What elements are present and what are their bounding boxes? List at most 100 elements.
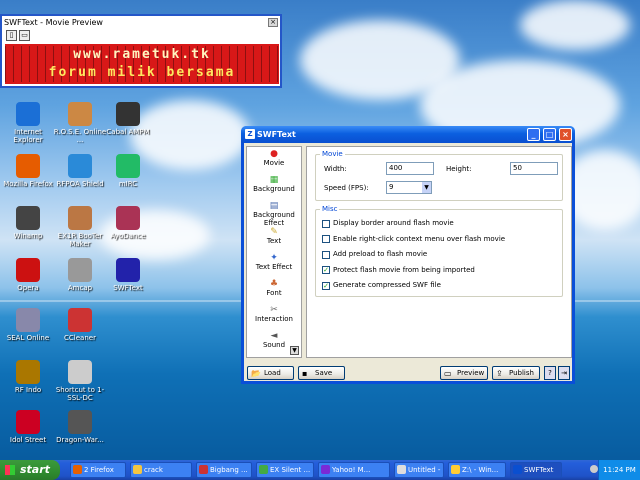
save-label: Save	[315, 369, 333, 377]
checkbox-unchecked[interactable]	[322, 250, 330, 259]
shortcut-icon	[68, 360, 92, 384]
mirc-icon	[116, 154, 140, 178]
taskbar-button[interactable]: Z:\ - Win...	[448, 462, 506, 478]
taskbar-button[interactable]: crack	[130, 462, 192, 478]
load-button[interactable]: 📂 Load	[247, 366, 294, 380]
window-title-bar[interactable]: Z SWFText _ □ ×	[241, 126, 575, 143]
swftext-icon	[116, 258, 140, 282]
taskbar: start 2 Firefox crack Bigbang ... EX Silent…	[0, 460, 640, 480]
taskbar-button-label: Z:\ - Win...	[462, 466, 499, 474]
maximize-button[interactable]: □	[543, 128, 556, 141]
nav-item[interactable]: ▤ Background Effect	[247, 199, 301, 227]
chevron-down-icon[interactable]: ▼	[290, 346, 299, 355]
help-button[interactable]: ?	[544, 366, 556, 380]
idol-icon	[16, 410, 40, 434]
save-button[interactable]: ▪ Save	[298, 366, 345, 380]
interaction-icon: ✂	[270, 305, 278, 315]
desktop-icon[interactable]: Cabal AMPM	[100, 102, 156, 136]
chevron-down-icon[interactable]: ▼	[422, 182, 431, 193]
nav-item[interactable]: ✂ Interaction	[247, 303, 301, 329]
monitor-icon[interactable]: ▭	[19, 30, 30, 41]
desktop-icon[interactable]: Opera	[0, 258, 56, 292]
publish-label: Publish	[509, 369, 534, 377]
taskbar-button[interactable]: 2 Firefox	[70, 462, 126, 478]
width-field[interactable]: 400	[386, 162, 434, 175]
option-checkbox[interactable]: Add preload to flash movie	[322, 250, 427, 259]
desktop-icon[interactable]: AyoDance	[100, 206, 156, 240]
option-checkbox[interactable]: ✓ Protect flash movie from being imported	[322, 266, 475, 275]
nav-item[interactable]: ♣ Font	[247, 277, 301, 303]
option-checkbox[interactable]: ✓ Generate compressed SWF file	[322, 281, 441, 290]
taskbar-button[interactable]: EX Silent ...	[256, 462, 314, 478]
desktop-icon[interactable]: mIRC	[100, 154, 156, 188]
taskbar-button[interactable]: Yahoo! M...	[318, 462, 390, 478]
checkbox-checked[interactable]: ✓	[322, 266, 330, 274]
taskbar-button-label: 2 Firefox	[84, 466, 114, 474]
checkbox-unchecked[interactable]	[322, 235, 330, 243]
preview-label: Preview	[457, 369, 485, 377]
preview-title: SWFText - Movie Preview ×	[2, 16, 280, 29]
window-title: SWFText	[257, 130, 296, 139]
tray-icon[interactable]	[590, 465, 598, 473]
shield-icon	[68, 154, 92, 178]
desktop-icon[interactable]: SEAL Online	[0, 308, 56, 342]
height-field[interactable]: 50	[510, 162, 558, 175]
nav-item[interactable]: ✎ Text	[247, 225, 301, 251]
taskbar-button[interactable]: SWFText	[510, 462, 562, 478]
desktop-icon[interactable]: Shortcut to 1-SSL-DC	[52, 360, 108, 402]
minimize-button[interactable]: _	[527, 128, 540, 141]
flash-movie-preview: www.rametuk.tk forum milik bersama	[5, 44, 279, 84]
exit-icon[interactable]: ⇥	[558, 366, 570, 380]
settings-sidebar: ● Movie ▦ Background ▤ Background Effect ✎ Text…	[246, 146, 302, 358]
swftext-window[interactable]: Z SWFText _ □ × ● Movie ▦ Background ▤ Backgr…	[241, 126, 575, 384]
desktop-icon[interactable]: Mozilla Firefox	[0, 154, 56, 188]
nav-list: ● Movie ▦ Background ▤ Background Effect ✎ Text…	[247, 147, 301, 355]
app-icon	[133, 465, 142, 474]
taskbar-button[interactable]: Bigbang ...	[196, 462, 252, 478]
start-button[interactable]: start	[0, 460, 60, 480]
nav-item-label: Interaction	[255, 315, 293, 323]
nav-item[interactable]: ▦ Background	[247, 173, 301, 199]
app-icon	[73, 465, 82, 474]
windows-flag-icon	[5, 465, 15, 475]
nav-item-label: Movie	[263, 159, 285, 167]
taskbar-button[interactable]: Untitled - ...	[394, 462, 444, 478]
close-button[interactable]: ×	[559, 128, 572, 141]
preview-toolbar: ▯ ▭	[2, 29, 280, 42]
nav-item-label: Font	[266, 289, 282, 297]
option-checkbox[interactable]: Display border around flash movie	[322, 219, 454, 228]
height-label: Height:	[446, 165, 472, 173]
desktop-icon[interactable]: SWFText	[100, 258, 156, 292]
ie-icon	[16, 102, 40, 126]
preview-button[interactable]: ▭ Preview	[440, 366, 488, 380]
desktop-icon[interactable]: CCleaner	[52, 308, 108, 342]
folder-open-icon: 📂	[251, 369, 261, 378]
checkbox-unchecked[interactable]	[322, 219, 330, 228]
nav-item[interactable]: ● Movie	[247, 147, 301, 173]
close-icon[interactable]: ×	[268, 18, 278, 27]
nav-item-label: Text	[266, 237, 282, 245]
width-label: Width:	[324, 165, 347, 173]
background-icon: ▦	[269, 175, 279, 185]
publish-button[interactable]: ⇪ Publish	[492, 366, 540, 380]
nav-item[interactable]: ✦ Text Effect	[247, 251, 301, 277]
movie-group-label: Movie	[320, 150, 345, 158]
desktop-icon[interactable]: Dragon-War...	[52, 410, 108, 444]
taskbar-button-label: Bigbang ...	[210, 466, 248, 474]
desktop-icon[interactable]: Idol Street	[0, 410, 56, 444]
app-icon	[513, 465, 522, 474]
desktop-icon-label: SEAL Online	[6, 334, 50, 342]
desktop-icon[interactable]: Winamp	[0, 206, 56, 240]
option-checkbox[interactable]: Enable right-click context menu over fla…	[322, 235, 505, 244]
desktop-icon[interactable]: RF Indo	[0, 360, 56, 394]
dragon-icon	[68, 410, 92, 434]
speed-select[interactable]: 9 ▼	[386, 181, 432, 194]
movie-group: Movie Width: 400 Height: 50 Speed (FPS):…	[315, 150, 563, 201]
checkbox-checked[interactable]: ✓	[322, 281, 330, 290]
desktop-icon[interactable]: Internet Explorer	[0, 102, 56, 144]
misc-group-label: Misc	[320, 205, 340, 213]
speed-label: Speed (FPS):	[324, 184, 369, 192]
preview-window[interactable]: SWFText - Movie Preview × ▯ ▭ www.rametu…	[0, 14, 282, 88]
page-icon[interactable]: ▯	[6, 30, 17, 41]
start-label: start	[20, 463, 50, 476]
